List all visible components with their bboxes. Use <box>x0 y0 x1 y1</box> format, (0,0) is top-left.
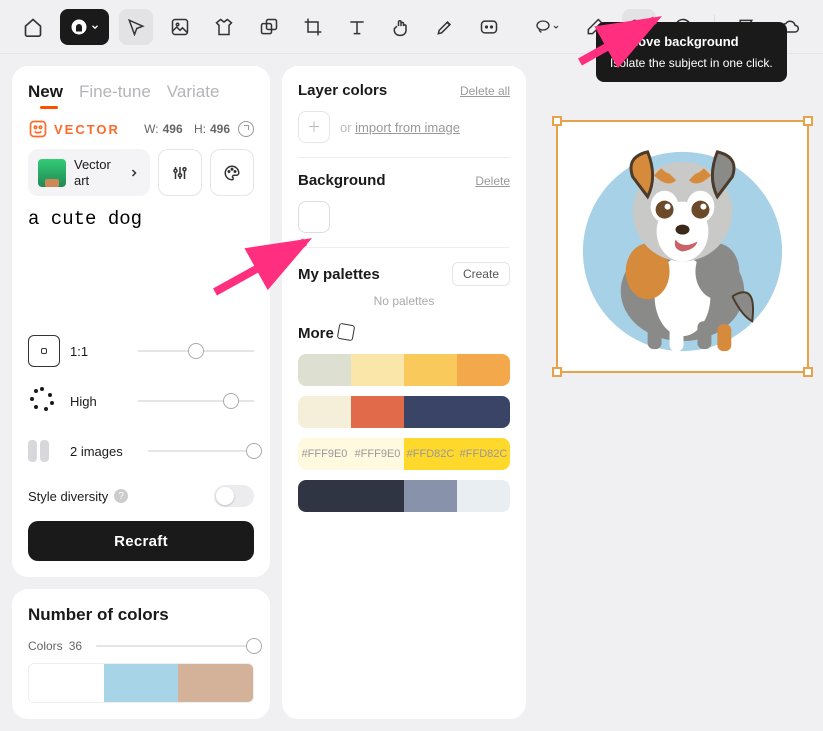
resize-handle[interactable] <box>803 116 813 126</box>
tab-new[interactable]: New <box>28 82 63 102</box>
aspect-slider[interactable] <box>138 350 254 352</box>
generate-panel: New Fine-tune Variate VECTOR W:496 H:496 <box>12 66 270 577</box>
chevron-right-icon <box>128 167 140 179</box>
no-palettes-text: No palettes <box>298 294 510 308</box>
palette-row[interactable] <box>298 396 510 428</box>
brand-icon[interactable] <box>60 9 109 45</box>
diversity-toggle[interactable] <box>214 485 254 507</box>
count-label: 2 images <box>70 444 138 459</box>
canvas-selection[interactable] <box>556 120 809 373</box>
aspect-label: 1:1 <box>70 344 128 359</box>
tab-variate[interactable]: Variate <box>167 82 220 102</box>
dice-icon[interactable] <box>337 323 356 342</box>
hand-icon[interactable] <box>384 9 418 45</box>
image-gen-icon[interactable] <box>163 9 197 45</box>
width-value[interactable]: 496 <box>163 122 183 136</box>
diversity-label: Style diversity <box>28 489 108 504</box>
background-title: Background <box>298 172 386 189</box>
layer-colors-title: Layer colors <box>298 82 387 99</box>
info-icon[interactable]: ? <box>114 489 128 503</box>
resize-handle[interactable] <box>803 367 813 377</box>
quality-icon <box>28 385 60 417</box>
shirt-icon[interactable] <box>207 9 241 45</box>
vector-mode[interactable]: VECTOR <box>28 119 120 139</box>
home-icon[interactable] <box>16 9 50 45</box>
annotation-arrow <box>205 232 325 302</box>
cursor-icon[interactable] <box>119 9 153 45</box>
quality-slider[interactable] <box>138 400 254 402</box>
colors-count: 36 <box>69 639 82 653</box>
more-title: More <box>298 322 510 342</box>
palette-row[interactable] <box>298 354 510 386</box>
resize-handle[interactable] <box>552 367 562 377</box>
highlight-icon[interactable] <box>428 9 462 45</box>
color-preview <box>28 663 254 703</box>
layers-icon[interactable] <box>252 9 286 45</box>
colors-slider[interactable] <box>96 645 254 647</box>
create-palette-button[interactable]: Create <box>452 262 510 286</box>
delete-bg-button[interactable]: Delete <box>475 174 510 188</box>
num-colors-panel: Number of colors Colors 36 <box>12 589 270 719</box>
delete-all-button[interactable]: Delete all <box>460 84 510 98</box>
mask-icon[interactable] <box>472 9 506 45</box>
crop-icon[interactable] <box>296 9 330 45</box>
num-colors-title: Number of colors <box>28 605 254 625</box>
style-selector[interactable]: Vector art <box>28 149 150 196</box>
recraft-button[interactable]: Recraft <box>28 521 254 561</box>
count-slider[interactable] <box>148 450 254 452</box>
palette-row[interactable] <box>298 480 510 512</box>
palette-row[interactable]: #FFF9E0#FFF9E0#FFD82C#FFD82C <box>298 438 510 470</box>
count-icon <box>28 435 60 467</box>
generated-image <box>558 122 807 371</box>
vector-label: VECTOR <box>54 122 120 137</box>
annotation-arrow <box>570 12 670 72</box>
resize-handle[interactable] <box>552 116 562 126</box>
palette-icon[interactable] <box>210 149 254 196</box>
height-value[interactable]: 496 <box>210 122 230 136</box>
quality-label: High <box>70 394 128 409</box>
import-link[interactable]: import from image <box>355 120 460 135</box>
history-icon[interactable] <box>238 121 254 137</box>
background-swatch[interactable] <box>298 201 330 233</box>
settings-icon[interactable] <box>158 149 202 196</box>
lasso-icon[interactable] <box>526 9 568 45</box>
add-color-button[interactable]: ＋ <box>298 111 330 143</box>
aspect-icon <box>28 335 60 367</box>
tab-finetune[interactable]: Fine-tune <box>79 82 151 102</box>
colors-panel: Layer colors Delete all ＋ or import from… <box>282 66 526 719</box>
text-icon[interactable] <box>340 9 374 45</box>
